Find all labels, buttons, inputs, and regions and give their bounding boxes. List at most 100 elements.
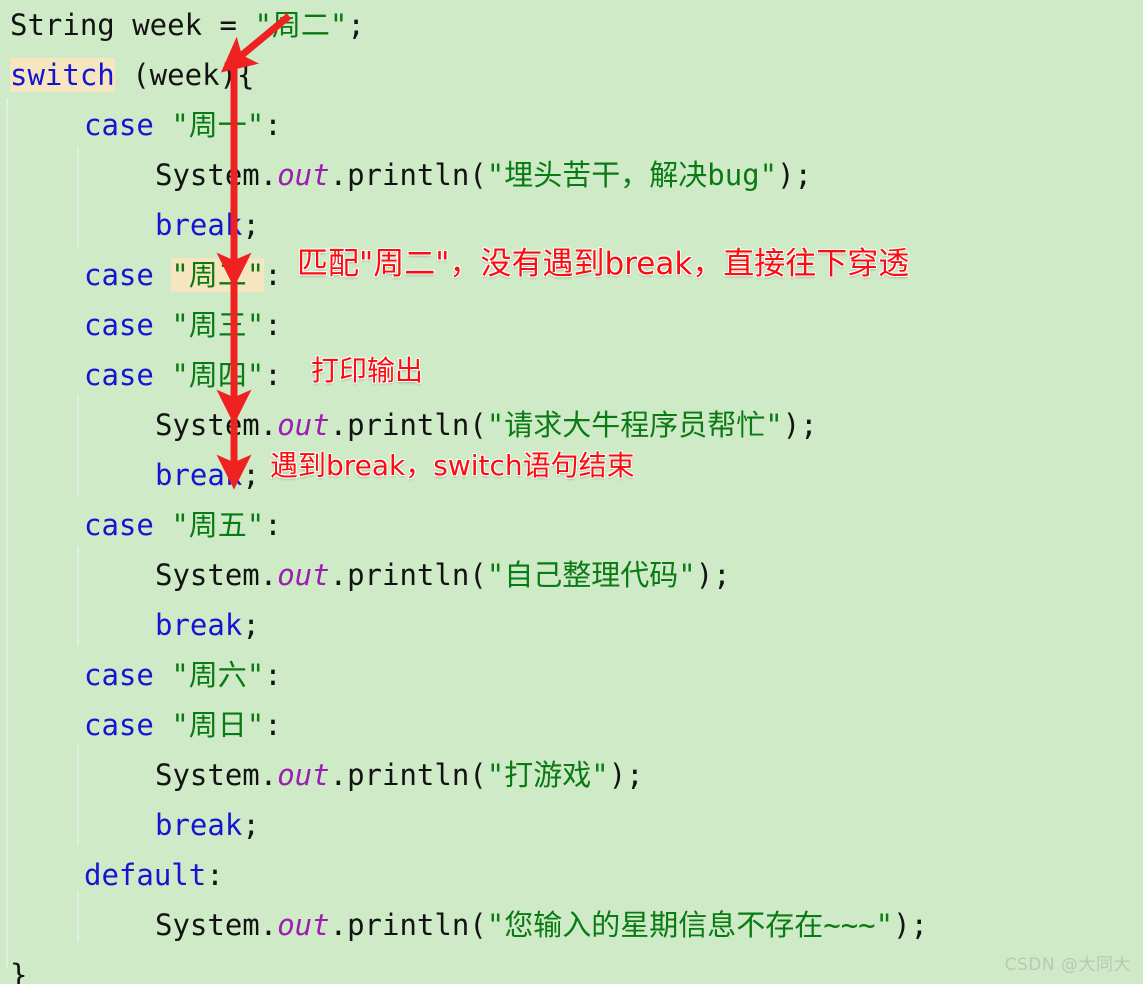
code-token-run: "	[486, 158, 505, 192]
code-token-run: "	[765, 408, 783, 442]
code-token-run: :	[264, 358, 282, 392]
code-token-run: String week =	[10, 8, 255, 42]
code-text: System.	[155, 408, 277, 442]
code-token-run: "	[171, 308, 189, 342]
code-keyword: break	[155, 458, 242, 492]
code-token-run: 埋头苦干，解决	[504, 158, 708, 192]
code-token-run: break	[155, 458, 243, 492]
code-text: ;	[347, 8, 364, 42]
code-text: );	[777, 158, 812, 192]
code-string: "周二"	[254, 8, 347, 42]
code-block: String week = "周二"; switch (week){case "周…	[0, 0, 1143, 984]
code-token-run: "	[486, 758, 505, 792]
code-string: "周三"	[171, 308, 264, 342]
code-token-run: ~~~"	[823, 908, 894, 942]
code-text: );	[783, 408, 818, 442]
code-token-run: "	[171, 258, 189, 292]
code-token-run: System.	[155, 908, 278, 942]
code-line: case "周三":	[0, 300, 1143, 350]
code-token-run: "	[171, 108, 189, 142]
code-text: );	[893, 908, 928, 942]
code-string: "周六"	[171, 658, 264, 692]
code-string: "打游戏"	[487, 758, 609, 792]
code-text: :	[264, 708, 281, 742]
code-text: ;	[242, 608, 259, 642]
code-token-run	[154, 708, 171, 742]
code-line: switch (week){	[0, 50, 1143, 100]
code-keyword: break	[155, 808, 242, 842]
code-token-run: :	[264, 708, 282, 742]
code-text	[154, 258, 171, 292]
code-token-run: (week){	[114, 58, 255, 92]
code-token-run: "	[486, 408, 505, 442]
code-keyword: case	[84, 358, 154, 392]
code-string: "周一"	[171, 108, 264, 142]
code-token-run: System.	[155, 758, 278, 792]
code-token-run: ;	[242, 608, 260, 642]
code-line: }	[0, 950, 1143, 984]
code-text: );	[609, 758, 644, 792]
code-token-run: }	[10, 958, 28, 984]
code-token-run: 周六	[188, 658, 247, 692]
code-field: out	[277, 158, 329, 192]
code-token-run	[154, 108, 171, 142]
code-string: "周五"	[171, 508, 264, 542]
code-field: out	[277, 558, 329, 592]
code-token-run: "	[329, 8, 348, 42]
code-token-run: .println(	[329, 758, 487, 792]
code-string: "周二"	[171, 258, 265, 292]
code-token-run: ;	[242, 208, 260, 242]
code-token-run: :	[206, 858, 224, 892]
code-token-run	[154, 658, 171, 692]
code-token-run: out	[277, 758, 330, 792]
code-text: :	[264, 258, 281, 292]
code-token-run: "	[246, 358, 265, 392]
code-token-run: switch	[10, 58, 115, 92]
code-line: case "周四":	[0, 350, 1143, 400]
code-line: System.out.println("埋头苦干，解决bug");	[0, 150, 1143, 200]
code-token-run: 周一	[188, 108, 247, 142]
code-text: :	[264, 308, 281, 342]
code-string: "您输入的星期信息不存在~~~"	[487, 908, 893, 942]
code-screenshot: String week = "周二"; switch (week){case "周…	[0, 0, 1143, 984]
code-token-run: "	[171, 358, 189, 392]
code-text	[154, 658, 171, 692]
code-token-run: ;	[242, 808, 260, 842]
code-keyword: case	[84, 258, 154, 292]
code-token-run: "	[486, 908, 505, 942]
code-token-run: break	[155, 208, 243, 242]
code-token-run: 周二	[271, 8, 330, 42]
code-token-run: "	[246, 708, 265, 742]
code-token-run: 周四	[188, 358, 247, 392]
code-token-run: :	[264, 108, 282, 142]
code-token-run: "	[171, 658, 189, 692]
code-token-run: :	[264, 508, 282, 542]
code-token-run	[154, 308, 171, 342]
code-text: .println(	[330, 558, 487, 592]
code-token-run: "	[246, 508, 265, 542]
code-keyword: default	[84, 858, 206, 892]
code-token-run: out	[277, 908, 330, 942]
code-token-run: case	[84, 658, 154, 692]
code-string: "周四"	[171, 358, 264, 392]
code-token-run: "	[246, 308, 265, 342]
code-text: :	[264, 358, 281, 392]
code-token-run: :	[264, 308, 282, 342]
code-token-run: :	[264, 258, 282, 292]
code-token-run: out	[277, 408, 330, 442]
code-token-run: "	[591, 758, 609, 792]
code-token-run: 自己整理代码	[504, 558, 679, 592]
code-text: .println(	[330, 158, 487, 192]
code-line: System.out.println("请求大牛程序员帮忙");	[0, 400, 1143, 450]
code-token-run: "	[171, 508, 189, 542]
code-token-run: "	[171, 708, 189, 742]
code-token-run: ;	[242, 458, 260, 492]
code-token-run: case	[84, 708, 154, 742]
code-token-run: break	[155, 608, 243, 642]
code-token-run: "	[246, 258, 265, 292]
code-text: :	[206, 858, 223, 892]
code-token-run: System.	[155, 158, 278, 192]
code-text	[154, 358, 171, 392]
code-text: System.	[155, 558, 277, 592]
code-keyword: break	[155, 208, 242, 242]
